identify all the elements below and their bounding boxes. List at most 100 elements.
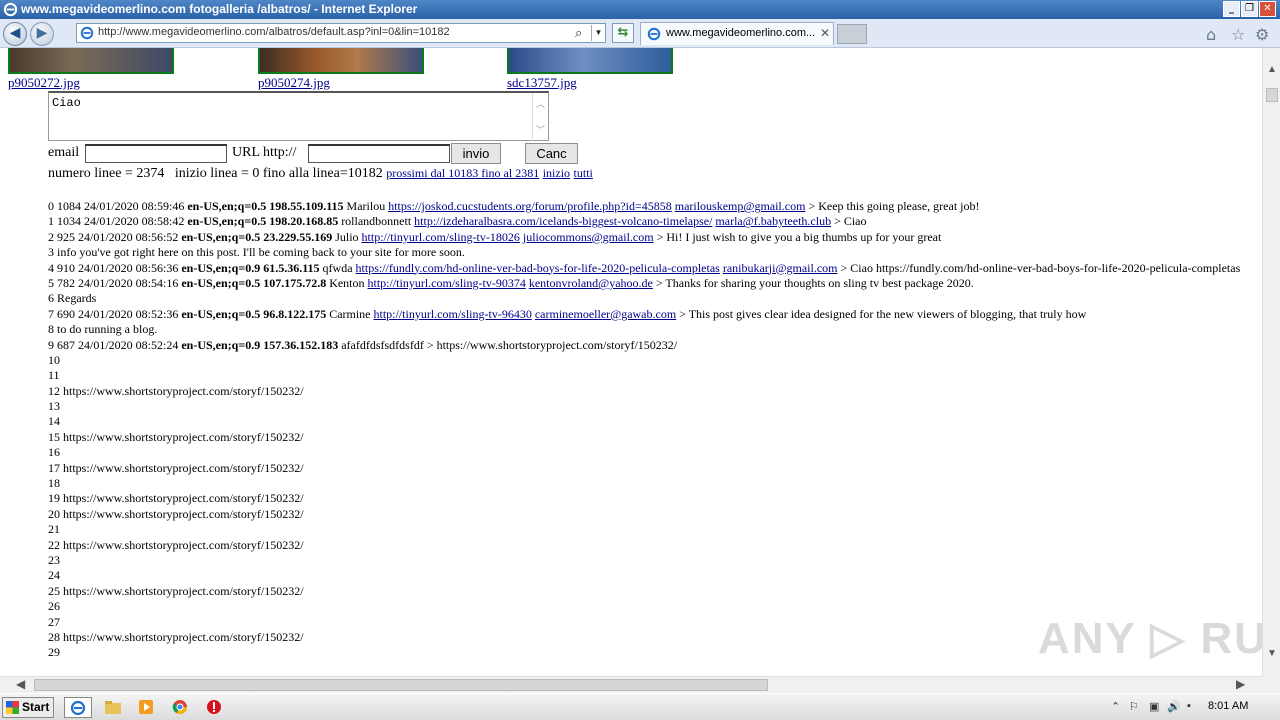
entry-agent: en-US,en;q=0.9 157.36.152.183 <box>181 337 339 352</box>
scroll-down-icon[interactable]: ▼ <box>1267 648 1277 659</box>
horizontal-scroll-thumb[interactable] <box>34 679 768 691</box>
scroll-left-icon[interactable]: ◀ <box>16 677 25 692</box>
close-button[interactable]: ✕ <box>1259 1 1276 17</box>
entry-url-link[interactable]: http://izdeharalbasra.com/icelands-bigge… <box>414 214 712 228</box>
scrollbar-corner <box>1262 676 1280 693</box>
entry-message: > Ciao https://fundly.com/hd-online-ver-… <box>837 260 1241 275</box>
search-icon[interactable]: ⌕ <box>575 25 582 41</box>
start-button[interactable]: Start <box>2 697 54 718</box>
textarea-scrollbar[interactable]: ︿ ﹀ <box>532 93 548 141</box>
entry-author: Kenton <box>326 275 368 290</box>
tray-flag-icon[interactable]: ⚐ <box>1129 700 1139 713</box>
new-tab-button[interactable] <box>837 24 867 44</box>
clock[interactable]: 8:01 AM <box>1208 700 1248 712</box>
browser-tab[interactable]: www.megavideomerlino.com... ✕ <box>640 22 834 45</box>
tray-network-icon[interactable]: ▣ <box>1149 700 1159 713</box>
comment-text: Ciao <box>52 96 81 110</box>
refresh-icon[interactable]: ⇆ <box>612 23 634 43</box>
entry-meta: 0 1084 24/01/2020 08:59:46 <box>48 199 188 213</box>
guestbook-entries: 0 1084 24/01/2020 08:59:46 en-US,en;q=0.… <box>48 199 1248 661</box>
thumbnail-link[interactable]: p9050272.jpg <box>8 75 80 91</box>
entry-message: > This post gives clear idea designed fo… <box>676 306 1087 321</box>
entry-url-link[interactable]: https://joskod.cucstudents.org/forum/pro… <box>388 199 672 213</box>
taskbar-ie-icon[interactable] <box>64 697 92 718</box>
entry-email-link[interactable]: juliocommons@gmail.com <box>523 230 654 244</box>
thumbnail-link[interactable]: p9050274.jpg <box>258 75 330 91</box>
scroll-down-icon: ﹀ <box>536 125 546 135</box>
submit-button[interactable]: invio <box>451 143 501 164</box>
taskbar-chrome-icon[interactable] <box>166 697 194 718</box>
tab-title: www.megavideomerlino.com... <box>666 27 816 39</box>
tray-volume-icon[interactable]: 🔊 <box>1167 700 1181 713</box>
title-bar: www.megavideomerlino.com fotogalleria /a… <box>0 0 1280 19</box>
vertical-scroll-thumb[interactable] <box>1266 88 1278 102</box>
taskbar-security-icon[interactable] <box>200 697 228 718</box>
list-item: 17 https://www.shortstoryproject.com/sto… <box>48 460 304 475</box>
list-item: 15 https://www.shortstoryproject.com/sto… <box>48 429 304 444</box>
entry-url-link[interactable]: https://fundly.com/hd-online-ver-bad-boy… <box>356 261 720 275</box>
address-input[interactable]: http://www.megavideomerlino.com/albatros… <box>76 23 606 43</box>
taskbar: Start ⌃ ⚐ ▣ 🔊 ▪ 8:01 AM <box>0 693 1280 720</box>
gallery-thumbnail[interactable] <box>8 48 174 74</box>
entry-email-link[interactable]: kentonvroland@yahoo.de <box>529 276 653 290</box>
email-label: email <box>48 145 80 160</box>
home-icon[interactable]: ⌂ <box>1206 25 1216 44</box>
page-favicon-icon <box>80 26 94 40</box>
list-item: 11 <box>48 368 60 383</box>
entry-email-link[interactable]: ranibukarji@gmail.com <box>723 261 838 275</box>
taskbar-media-player-icon[interactable] <box>132 697 160 718</box>
next-page-link[interactable]: prossimi dal 10183 fino al 2381 <box>386 166 539 180</box>
entry-email-link[interactable]: marilouskemp@gmail.com <box>675 199 806 213</box>
scroll-up-icon[interactable]: ▲ <box>1267 64 1277 75</box>
entry-url-link[interactable]: http://tinyurl.com/sling-tv-18026 <box>362 230 520 244</box>
url-label: URL http:// <box>232 145 297 160</box>
entry-url-link[interactable]: http://tinyurl.com/sling-tv-96430 <box>374 307 532 321</box>
restore-button[interactable]: ❐ <box>1241 1 1258 17</box>
list-item: 18 <box>48 476 60 491</box>
forward-arrow-icon: ▶ <box>36 25 48 41</box>
forward-button[interactable]: ▶ <box>30 22 54 46</box>
entry-email-link[interactable]: carminemoeller@gawab.com <box>535 307 676 321</box>
list-item: 7 690 24/01/2020 08:52:36 en-US,en;q=0.5… <box>48 307 1248 322</box>
list-item: 12 https://www.shortstoryproject.com/sto… <box>48 383 304 398</box>
entry-meta: 4 910 24/01/2020 08:56:36 <box>48 260 182 275</box>
entry-email-link[interactable]: marla@f.babyteeth.club <box>715 214 831 228</box>
scroll-right-icon[interactable]: ▶ <box>1236 677 1245 692</box>
entry-message: > Hi! I just wish to give you a big thum… <box>653 229 942 244</box>
cancel-button[interactable]: Canc <box>525 143 578 164</box>
address-dropdown-icon[interactable]: ▼ <box>591 25 605 41</box>
gallery-thumbnail[interactable] <box>258 48 424 74</box>
start-link[interactable]: inizio <box>543 166 570 180</box>
tab-close-icon[interactable]: ✕ <box>820 26 830 40</box>
comment-textarea[interactable]: Ciao ︿ ﹀ <box>48 91 549 141</box>
list-item: 5 782 24/01/2020 08:54:16 en-US,en;q=0.5… <box>48 276 1248 291</box>
list-item: 24 <box>48 568 60 583</box>
internet-explorer-icon <box>3 2 18 17</box>
email-field[interactable] <box>85 144 227 163</box>
vertical-scrollbar[interactable]: ▲ ▼ <box>1262 48 1280 676</box>
taskbar-folder-icon[interactable] <box>99 697 127 718</box>
tray-network-status-icon[interactable]: ▪ <box>1187 700 1191 712</box>
page-content: p9050272.jpg p9050274.jpg sdc13757.jpg C… <box>0 48 1262 676</box>
entry-message: > Keep this going please, great job! <box>805 199 980 213</box>
entry-author: rollandbonnett <box>338 214 415 229</box>
entry-agent: en-US,en;q=0.5 107.175.72.8 <box>181 275 327 290</box>
url-field[interactable] <box>308 144 450 163</box>
list-item: 21 <box>48 522 60 537</box>
entry-url-link[interactable]: http://tinyurl.com/sling-tv-90374 <box>368 276 526 290</box>
thumbnail-link[interactable]: sdc13757.jpg <box>507 75 577 91</box>
favorites-star-icon[interactable]: ☆ <box>1231 25 1245 44</box>
list-item: 0 1084 24/01/2020 08:59:46 en-US,en;q=0.… <box>48 199 1248 214</box>
horizontal-scrollbar[interactable]: ◀ ▶ <box>0 676 1262 693</box>
scroll-up-icon: ︿ <box>536 99 546 109</box>
minimize-button[interactable]: _ <box>1223 1 1240 17</box>
tools-gear-icon[interactable]: ⚙ <box>1255 25 1269 44</box>
entry-meta: 9 687 24/01/2020 08:52:24 <box>48 337 182 352</box>
all-link[interactable]: tutti <box>574 166 593 180</box>
back-arrow-icon: ◀ <box>9 25 21 41</box>
tray-expand-icon[interactable]: ⌃ <box>1111 700 1120 713</box>
gallery-thumbnail[interactable] <box>507 48 673 74</box>
list-item: 6 Regards <box>48 291 97 306</box>
back-button[interactable]: ◀ <box>3 22 27 46</box>
entry-agent: en-US,en;q=0.5 96.8.122.175 <box>181 306 327 321</box>
